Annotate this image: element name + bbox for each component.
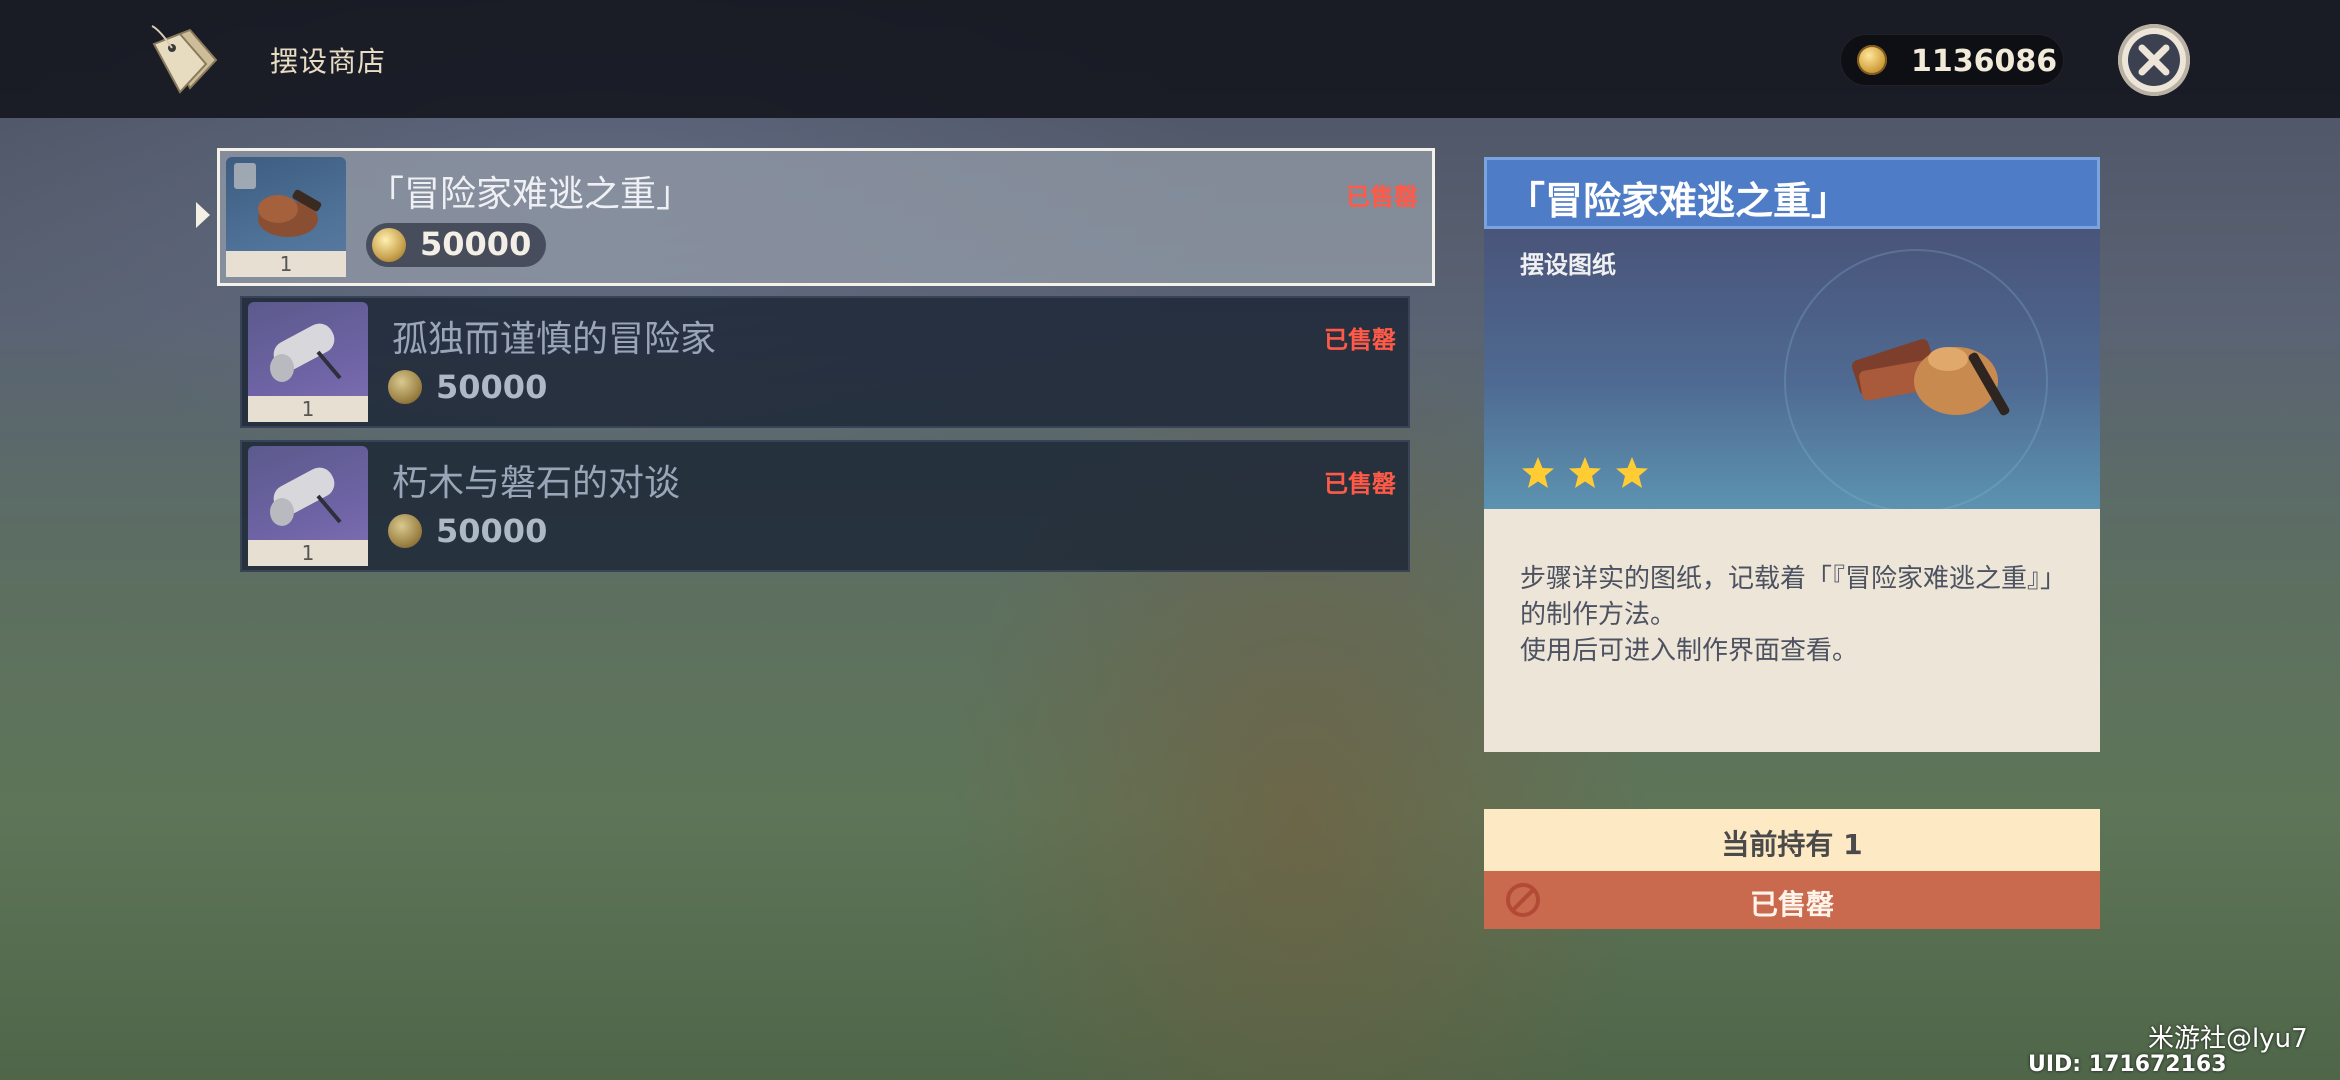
shop-title: 摆设商店 xyxy=(270,45,387,78)
item-quantity: 1 xyxy=(248,540,368,566)
detail-category: 摆设图纸 xyxy=(1520,251,1616,279)
player-uid: UID: 171672163 xyxy=(2028,1052,2227,1077)
item-name: 朽木与磐石的对谈 xyxy=(392,463,681,504)
rarity-stars xyxy=(1520,455,1656,495)
item-thumbnail: 1 xyxy=(248,302,368,422)
blueprint-scroll-icon xyxy=(270,323,342,382)
sold-out-button-label: 已售罄 xyxy=(1749,888,1834,921)
item-quantity: 1 xyxy=(248,396,368,422)
currency-display: 1136086 xyxy=(1840,34,2064,86)
detail-title: 「冒险家难逃之重」 xyxy=(1507,179,1850,223)
item-price: 50000 xyxy=(436,512,548,550)
star-icon xyxy=(1522,457,1554,488)
sold-out-label: 已售罄 xyxy=(1324,470,1396,498)
detail-artwork: 摆设图纸 xyxy=(1484,229,2100,513)
shop-item-row[interactable]: 1 「冒险家难逃之重」 已售罄 50000 xyxy=(217,148,1435,286)
adventurer-bag-icon xyxy=(1851,339,2010,416)
item-quantity: 1 xyxy=(226,251,346,277)
blueprint-scroll-icon xyxy=(270,467,342,526)
close-icon xyxy=(2128,34,2180,86)
item-price: 50000 xyxy=(420,225,532,263)
holding-count-bar: 当前持有 1 xyxy=(1484,809,2100,871)
item-name: 「冒险家难逃之重」 xyxy=(368,174,693,215)
adventurer-bag-icon xyxy=(234,163,322,237)
star-icon xyxy=(1616,457,1649,488)
star-icon xyxy=(1569,457,1602,488)
mora-coin-icon xyxy=(1857,45,1887,75)
shop-item-row[interactable]: 1 孤独而谨慎的冒险家 已售罄 50000 xyxy=(240,296,1410,428)
price-tag-icon xyxy=(150,22,226,94)
holding-count: 当前持有 1 xyxy=(1721,828,1863,861)
description-line: 步骤详实的图纸，记载着「『冒险家难逃之重』」的制作方法。 xyxy=(1520,564,2067,630)
sold-out-label: 已售罄 xyxy=(1324,326,1396,354)
currency-amount: 1136086 xyxy=(1911,44,2058,79)
top-bar: 摆设商店 1136086 xyxy=(0,0,2340,118)
detail-description: 步骤详实的图纸，记载着「『冒险家难逃之重』」的制作方法。 使用后可进入制作界面查… xyxy=(1484,509,2100,752)
mora-coin-icon xyxy=(372,228,406,262)
watermark: 米游社@lyu7 xyxy=(2148,1024,2308,1054)
shop-item-row[interactable]: 1 朽木与磐石的对谈 已售罄 50000 xyxy=(240,440,1410,572)
sold-out-button[interactable]: 已售罄 xyxy=(1484,871,2100,929)
item-name: 孤独而谨慎的冒险家 xyxy=(392,319,717,360)
sold-out-label: 已售罄 xyxy=(1346,183,1418,211)
item-thumbnail: 1 xyxy=(248,446,368,566)
selection-arrow-icon xyxy=(196,202,210,228)
item-price: 50000 xyxy=(436,368,548,406)
mora-coin-icon xyxy=(388,370,422,404)
close-button[interactable] xyxy=(2118,24,2190,96)
mora-coin-icon xyxy=(388,514,422,548)
detail-header: 「冒险家难逃之重」 xyxy=(1484,157,2100,229)
description-line: 使用后可进入制作界面查看。 xyxy=(1520,636,1859,666)
item-thumbnail: 1 xyxy=(226,157,346,277)
